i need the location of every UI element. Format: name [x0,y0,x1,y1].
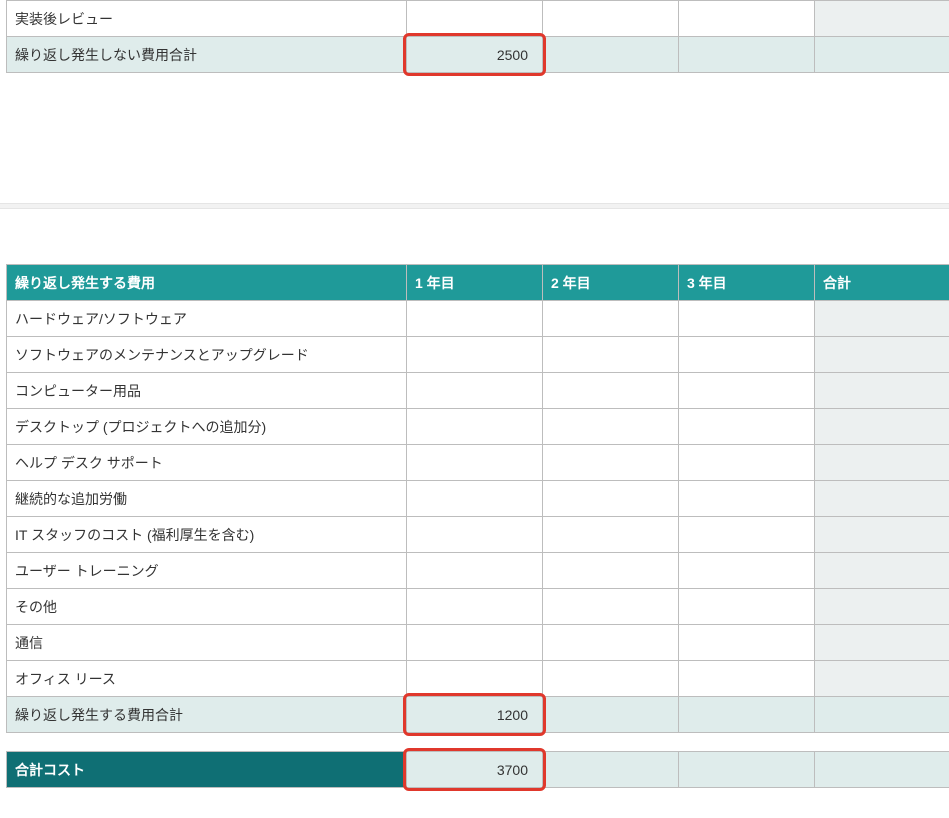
subtotal-y2 [543,697,679,733]
grand-total-y1: 3700 [407,752,543,788]
table-row: その他 [7,589,949,625]
cell-total [815,445,949,481]
header-y1: 1 年目 [407,265,543,301]
cell-y1[interactable] [407,301,543,337]
table-row: ヘルプ デスク サポート [7,445,949,481]
cell-y1[interactable] [407,337,543,373]
cell-y3[interactable] [679,481,815,517]
header-title: 繰り返し発生する費用 [7,265,407,301]
cell-y1[interactable] [407,517,543,553]
cell-y2[interactable] [543,445,679,481]
nonrecurring-table: 実装後レビュー 繰り返し発生しない費用合計 2500 [6,0,949,73]
cell-total [815,517,949,553]
cell-y3[interactable] [679,553,815,589]
cell-y1[interactable] [407,553,543,589]
subtotal-y1: 2500 [407,37,543,73]
cell-y1[interactable] [407,661,543,697]
subtotal-total [815,697,949,733]
row-label[interactable]: 実装後レビュー [7,1,407,37]
cell-y1[interactable] [407,1,543,37]
table-row: 実装後レビュー [7,1,949,37]
subtotal-y3 [679,697,815,733]
table-row: デスクトップ (プロジェクトへの追加分) [7,409,949,445]
cell-total [815,589,949,625]
table-row: IT スタッフのコスト (福利厚生を含む) [7,517,949,553]
cell-total [815,553,949,589]
cell-y2[interactable] [543,409,679,445]
recurring-subtotal-row: 繰り返し発生する費用合計 1200 [7,697,949,733]
cell-total [815,625,949,661]
subtotal-label: 繰り返し発生しない費用合計 [7,37,407,73]
header-y2: 2 年目 [543,265,679,301]
recurring-header-row: 繰り返し発生する費用 1 年目 2 年目 3 年目 合計 [7,265,949,301]
cell-y3[interactable] [679,517,815,553]
row-label[interactable]: ソフトウェアのメンテナンスとアップグレード [7,337,407,373]
subtotal-y1: 1200 [407,697,543,733]
cell-y2[interactable] [543,589,679,625]
cell-y2[interactable] [543,517,679,553]
row-label[interactable]: ハードウェア/ソフトウェア [7,301,407,337]
grand-total-row: 合計コスト 3700 [7,752,949,788]
cell-y2[interactable] [543,337,679,373]
subtotal-label: 繰り返し発生する費用合計 [7,697,407,733]
cell-y3[interactable] [679,373,815,409]
cell-y1[interactable] [407,445,543,481]
header-y3: 3 年目 [679,265,815,301]
cell-total [815,337,949,373]
cell-y1[interactable] [407,481,543,517]
table-row: 通信 [7,625,949,661]
table-row: 継続的な追加労働 [7,481,949,517]
table-row: オフィス リース [7,661,949,697]
table-row: ユーザー トレーニング [7,553,949,589]
row-label[interactable]: ユーザー トレーニング [7,553,407,589]
row-label[interactable]: 継続的な追加労働 [7,481,407,517]
cell-y2[interactable] [543,301,679,337]
grand-total-label: 合計コスト [7,752,407,788]
cell-y1[interactable] [407,625,543,661]
cell-total [815,373,949,409]
subtotal-y3 [679,37,815,73]
row-label[interactable]: ヘルプ デスク サポート [7,445,407,481]
recurring-table: 繰り返し発生する費用 1 年目 2 年目 3 年目 合計 ハードウェア/ソフトウ… [6,264,949,733]
cell-y1[interactable] [407,373,543,409]
subtotal-total [815,37,949,73]
cell-y2[interactable] [543,625,679,661]
table-row: ハードウェア/ソフトウェア [7,301,949,337]
row-label[interactable]: コンピューター用品 [7,373,407,409]
cell-y2[interactable] [543,481,679,517]
grand-total-y2 [543,752,679,788]
cell-y3[interactable] [679,589,815,625]
cell-y2[interactable] [543,1,679,37]
cell-y2[interactable] [543,553,679,589]
cell-y3[interactable] [679,445,815,481]
row-label[interactable]: その他 [7,589,407,625]
subtotal-y2 [543,37,679,73]
row-label[interactable]: IT スタッフのコスト (福利厚生を含む) [7,517,407,553]
row-label[interactable]: 通信 [7,625,407,661]
cell-y2[interactable] [543,661,679,697]
cell-total [815,1,949,37]
cell-y3[interactable] [679,301,815,337]
cell-total [815,661,949,697]
cell-y3[interactable] [679,409,815,445]
row-label[interactable]: デスクトップ (プロジェクトへの追加分) [7,409,407,445]
table-row: コンピューター用品 [7,373,949,409]
header-total: 合計 [815,265,949,301]
table-row: ソフトウェアのメンテナンスとアップグレード [7,337,949,373]
cell-y3[interactable] [679,1,815,37]
grand-total-y3 [679,752,815,788]
cell-y1[interactable] [407,589,543,625]
cell-y3[interactable] [679,625,815,661]
cell-total [815,301,949,337]
cell-y2[interactable] [543,373,679,409]
row-label[interactable]: オフィス リース [7,661,407,697]
cell-y3[interactable] [679,337,815,373]
cell-total [815,409,949,445]
cell-y1[interactable] [407,409,543,445]
grand-total-total [815,752,949,788]
nonrecurring-subtotal-row: 繰り返し発生しない費用合計 2500 [7,37,949,73]
grand-total-table: 合計コスト 3700 [6,751,949,788]
cell-total [815,481,949,517]
cell-y3[interactable] [679,661,815,697]
